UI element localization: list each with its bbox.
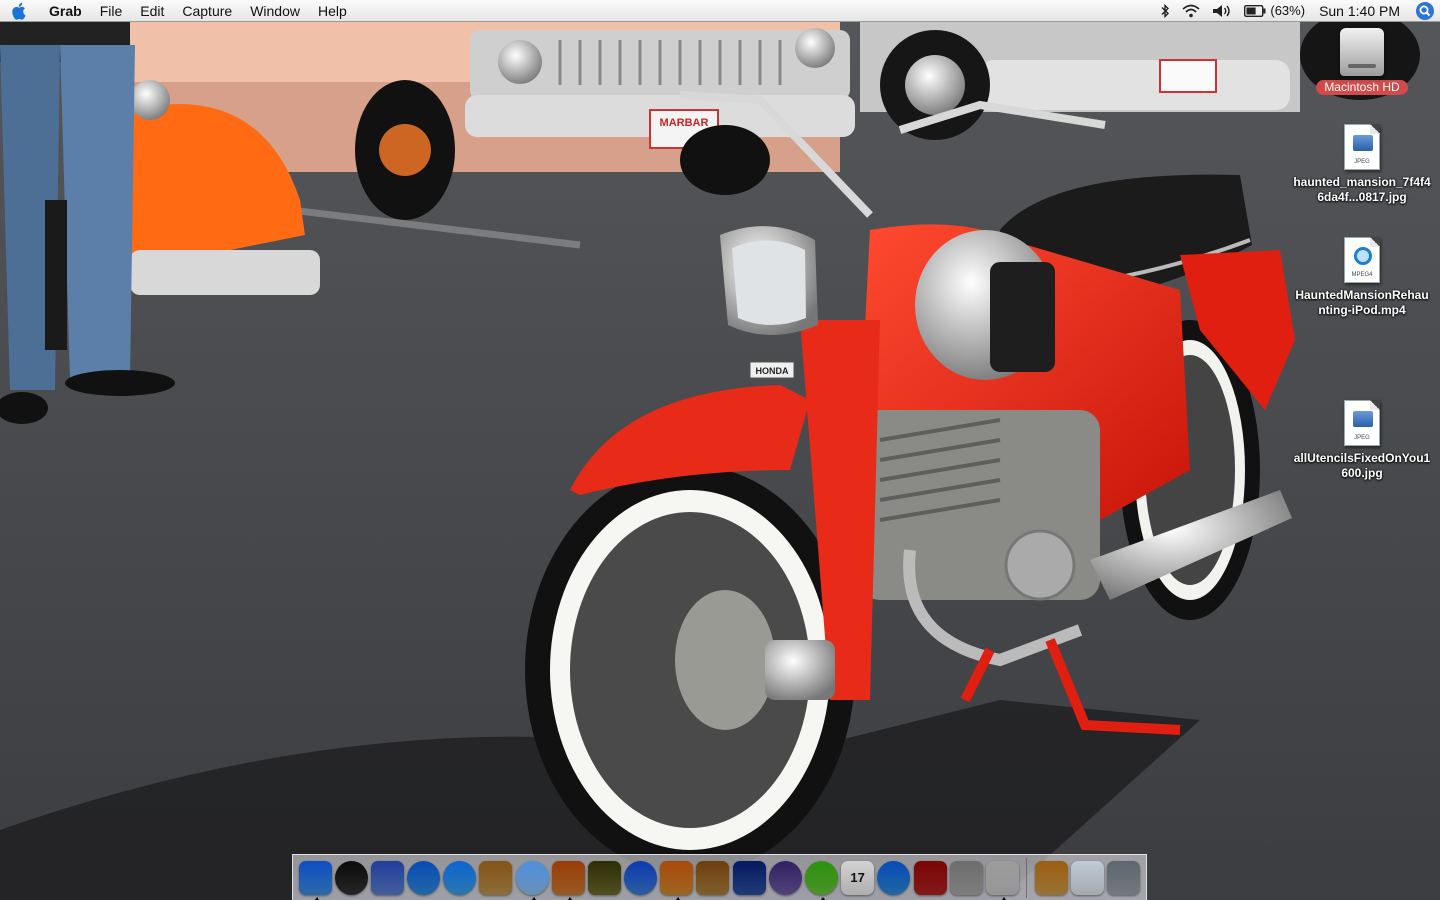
apple-icon[interactable] xyxy=(0,0,40,22)
trash-icon[interactable] xyxy=(1107,860,1141,895)
running-indicator xyxy=(530,896,537,900)
ical-icon[interactable]: 17 xyxy=(841,860,875,895)
desktop-icon-label: HauntedMansionRehaunting-iPod.mp4 xyxy=(1295,288,1429,317)
desktop-icon-macintosh-hd[interactable]: Macintosh HD xyxy=(1287,28,1437,95)
imovie-icon[interactable] xyxy=(587,860,621,895)
front-row-icon[interactable] xyxy=(805,860,838,900)
menu-help[interactable]: Help xyxy=(309,0,356,22)
mail-icon[interactable] xyxy=(370,860,404,895)
running-indicator xyxy=(313,896,320,900)
desktop-icon-utensils-jpg[interactable]: JPEG allUtencilsFixedOnYou1600.jpg xyxy=(1287,400,1437,481)
running-indicator xyxy=(820,896,826,900)
running-indicator xyxy=(566,896,573,900)
jpeg-file-icon: JPEG xyxy=(1344,124,1380,170)
file-type-tag: MPEG4 xyxy=(1351,272,1373,278)
bluetooth-icon[interactable] xyxy=(1154,0,1176,22)
safari-icon[interactable] xyxy=(407,860,441,895)
grab-icon[interactable] xyxy=(985,860,1019,900)
volume-icon[interactable] xyxy=(1206,0,1238,22)
battery-percent: (63%) xyxy=(1270,3,1306,18)
iphoto-icon[interactable] xyxy=(551,860,585,900)
running-indicator xyxy=(1000,896,1007,900)
desktop-icon-label: haunted_mansion_7f4f46da4f...0817.jpg xyxy=(1293,175,1431,204)
dvd-player-icon[interactable] xyxy=(768,860,802,895)
menu-capture[interactable]: Capture xyxy=(173,0,241,22)
clapboard-icon[interactable] xyxy=(732,860,766,895)
applications-folder-icon[interactable] xyxy=(1035,860,1068,895)
mpeg4-file-icon: MPEG4 xyxy=(1344,237,1380,283)
menu-app-grab[interactable]: Grab xyxy=(40,0,91,22)
documents-stack-icon[interactable] xyxy=(1071,860,1105,895)
jpeg-file-icon: JPEG xyxy=(1344,400,1380,446)
garageband-icon[interactable] xyxy=(660,860,694,900)
preview-icon[interactable] xyxy=(696,860,730,895)
file-type-tag: JPEG xyxy=(1354,159,1370,165)
desktop-icon-haunted-mansion-jpg[interactable]: JPEG haunted_mansion_7f4f46da4f...0817.j… xyxy=(1287,124,1437,205)
desktop-icon-label: allUtencilsFixedOnYou1600.jpg xyxy=(1293,451,1431,480)
running-indicator xyxy=(675,896,682,900)
desktop-icon-haunted-mansion-mp4[interactable]: MPEG4 HauntedMansionRehaunting-iPod.mp4 xyxy=(1287,237,1437,318)
hard-drive-icon xyxy=(1340,28,1384,76)
ical-date-text: 17 xyxy=(850,870,865,885)
honda-badge-text: HONDA xyxy=(756,366,789,376)
file-type-tag: JPEG xyxy=(1354,435,1370,441)
menubar-clock[interactable]: Sun 1:40 PM xyxy=(1311,3,1410,19)
battery-icon[interactable]: (63%) xyxy=(1238,0,1311,22)
menu-bar: Grab File Edit Capture Window Help (63%)… xyxy=(0,0,1440,22)
photo-booth-icon[interactable] xyxy=(913,860,947,895)
menu-extras: (63%) Sun 1:40 PM xyxy=(1154,0,1440,22)
desktop-icon-label: Macintosh HD xyxy=(1316,80,1408,95)
dashboard-icon[interactable] xyxy=(334,860,368,895)
itunes-icon[interactable] xyxy=(515,860,549,900)
menu-file[interactable]: File xyxy=(91,0,132,22)
wifi-icon[interactable] xyxy=(1176,0,1206,22)
dock: 17 xyxy=(292,854,1147,900)
idvd-icon[interactable] xyxy=(624,860,658,895)
menu-edit[interactable]: Edit xyxy=(131,0,173,22)
desktop-wallpaper: MARBAR HONDA xyxy=(0,0,1440,900)
dock-separator xyxy=(1026,857,1028,898)
ichat-icon[interactable] xyxy=(443,860,477,895)
spotlight-icon[interactable] xyxy=(1410,0,1440,22)
license-plate-text: MARBAR xyxy=(660,117,709,129)
finder-icon[interactable] xyxy=(298,860,332,900)
menu-window[interactable]: Window xyxy=(241,0,309,22)
quicktime-icon[interactable] xyxy=(877,860,911,895)
address-book-icon[interactable] xyxy=(479,860,513,895)
system-preferences-icon[interactable] xyxy=(949,860,983,895)
